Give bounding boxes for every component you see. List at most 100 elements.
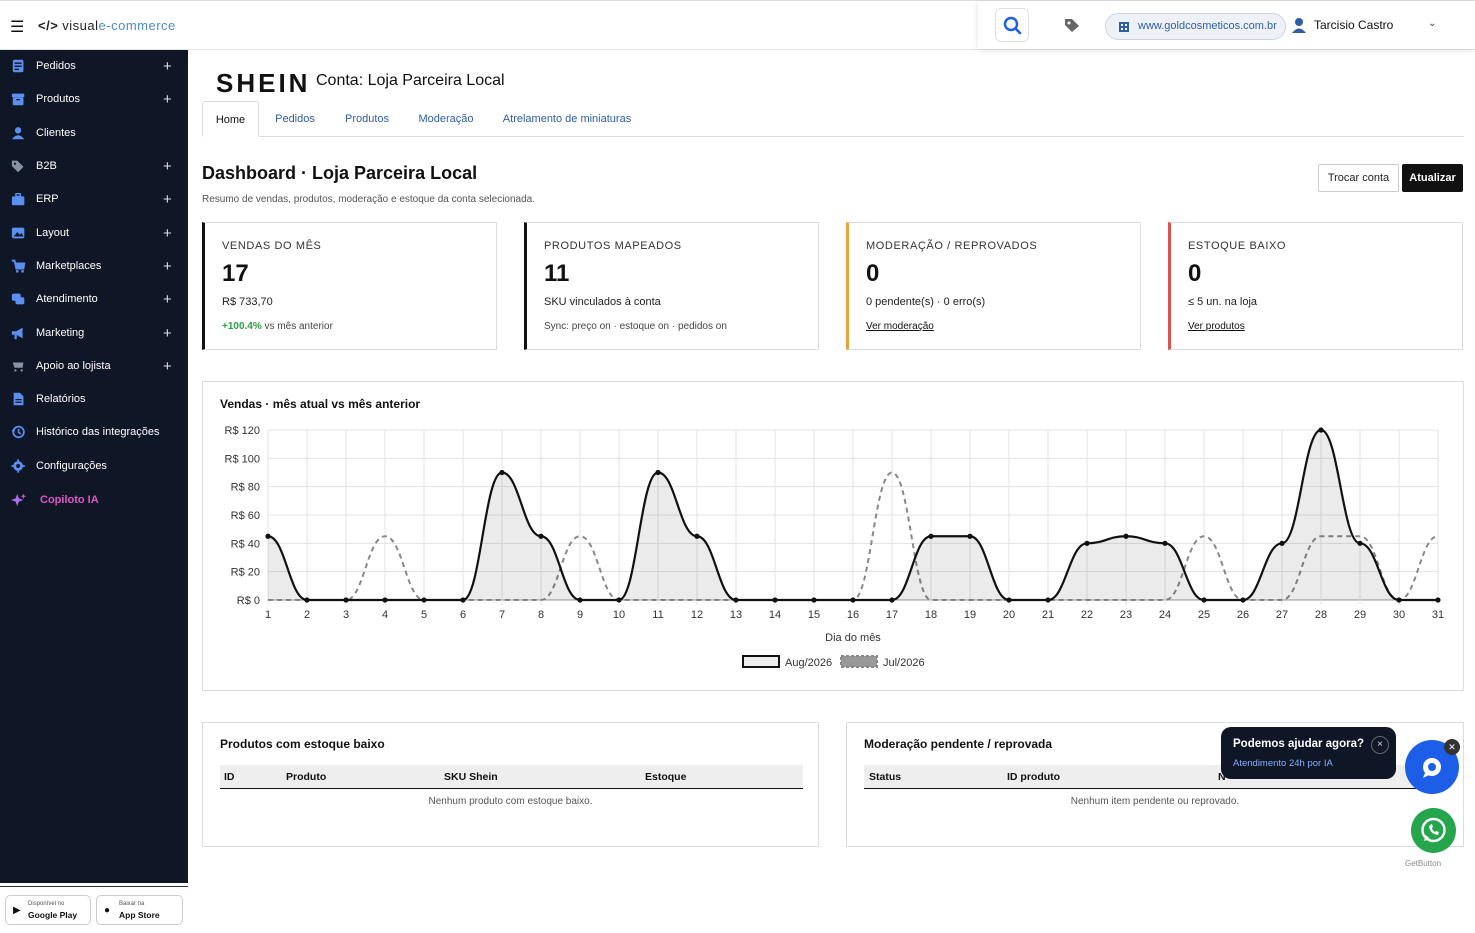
x-tick-label: 21 [1042, 609, 1054, 621]
ver-produtos-link[interactable]: Ver produtos [1188, 321, 1245, 332]
data-point [655, 469, 661, 476]
ver-moderacao-link[interactable]: Ver moderação [866, 321, 934, 332]
sidebar-item-label: ERP [36, 193, 59, 205]
chat-icon [11, 293, 25, 305]
sidebar-item-b2b[interactable]: B2B + [0, 151, 188, 181]
sidebar-item-label: Histórico das integrações [36, 426, 160, 438]
sidebar-item-layout[interactable]: Layout + [0, 218, 188, 248]
data-point [1045, 597, 1051, 603]
data-point [499, 469, 505, 476]
empty-state: Nenhum produto com estoque baixo. [428, 796, 593, 807]
data-point [1396, 597, 1402, 603]
store-url-pill[interactable]: www.goldcosmeticos.com.br [1105, 13, 1286, 40]
gear-icon [11, 459, 25, 473]
expand-plus-icon[interactable]: + [163, 191, 172, 208]
orders-icon [12, 59, 24, 73]
expand-plus-icon[interactable]: + [163, 225, 172, 242]
x-tick-label: 13 [730, 609, 742, 621]
data-point [1240, 597, 1246, 603]
sidebar-item-relat-rios[interactable]: Relatórios [0, 384, 188, 414]
column-header: ID produto [1007, 771, 1061, 783]
sidebar-item-label: Atendimento [36, 293, 98, 305]
expand-plus-icon[interactable]: + [163, 258, 172, 275]
sidebar-item-erp[interactable]: ERP + [0, 184, 188, 214]
expand-plus-icon[interactable]: + [163, 325, 172, 342]
user-menu[interactable]: Tarcisio Castro ⌄ [1292, 18, 1436, 33]
x-tick-label: 1 [265, 609, 271, 621]
y-tick-label: R$ 100 [225, 453, 260, 465]
low-stock-card: Produtos com estoque baixo ID Produto SK… [202, 722, 819, 847]
kpi-title: VENDAS DO MÊS [222, 240, 322, 252]
expand-plus-icon[interactable]: + [163, 158, 172, 175]
sidebar-item-copiloto-ia[interactable]: Copiloto IA [0, 485, 188, 515]
cart-icon [11, 259, 26, 273]
empty-state: Nenhum item pendente ou reprovado. [1070, 796, 1240, 807]
y-tick-label: R$ 20 [231, 567, 260, 579]
refresh-button[interactable]: Atualizar [1402, 164, 1463, 192]
sidebar-item-label: Clientes [36, 127, 76, 139]
whatsapp-button[interactable] [1411, 808, 1456, 853]
sidebar-item-pedidos[interactable]: Pedidos + [0, 51, 188, 81]
kpi-subtext: R$ 733,70 [222, 296, 273, 308]
legend-label-aug: Aug/2026 [785, 657, 832, 669]
sidebar-item-hist-rico-das-integra-es[interactable]: Histórico das integrações [0, 417, 188, 447]
tab-bar: Home Pedidos Produtos Moderação Atrelame… [202, 101, 1464, 137]
x-tick-label: 15 [808, 609, 820, 621]
app-logo[interactable]: </> visuale-commerce [38, 18, 176, 33]
search-button[interactable] [995, 8, 1029, 42]
x-tick-label: 11 [652, 609, 663, 621]
kpi-subtext: SKU vinculados à conta [544, 296, 661, 308]
y-tick-label: R$ 60 [231, 510, 260, 522]
sidebar-item-label: Marketplaces [36, 260, 102, 272]
kpi-value: 11 [544, 260, 570, 287]
data-point [1006, 597, 1012, 603]
sidebar-item-configura-es[interactable]: Configurações [0, 451, 188, 481]
x-tick-label: 3 [343, 609, 349, 621]
switch-account-button[interactable]: Trocar conta [1318, 164, 1399, 192]
tab-produtos[interactable]: Produtos [335, 101, 399, 137]
close-icon[interactable]: × [1371, 736, 1389, 754]
sales-chart-card: Vendas · mês atual vs mês anterior R$ 0R… [202, 381, 1464, 691]
expand-plus-icon[interactable]: + [163, 291, 172, 308]
cart-small-icon [12, 362, 24, 372]
kpi-card-vendas: VENDAS DO MÊS 17 R$ 733,70 +100.4% vs mê… [202, 222, 497, 350]
tab-moderacao[interactable]: Moderação [410, 101, 482, 137]
sidebar-item-marketplaces[interactable]: Marketplaces + [0, 251, 188, 281]
chevron-down-icon: ⌄ [1428, 18, 1437, 29]
close-icon[interactable]: ✕ [1444, 739, 1460, 755]
sidebar-item-marketing[interactable]: Marketing + [0, 318, 188, 348]
data-point [1435, 597, 1441, 603]
tags-icon[interactable] [1063, 17, 1081, 38]
google-play-badge[interactable]: ▶ Disponível no Google Play [5, 895, 91, 925]
x-tick-label: 9 [577, 609, 583, 621]
expand-plus-icon[interactable]: + [163, 91, 172, 108]
history-icon [11, 425, 25, 439]
app-store-badge[interactable]: ● Baixar na App Store [96, 895, 183, 925]
x-tick-label: 16 [847, 609, 859, 621]
expand-plus-icon[interactable]: + [163, 358, 172, 375]
tab-atrelamento[interactable]: Atrelamento de miniaturas [496, 101, 638, 137]
hamburger-icon[interactable]: ☰ [10, 17, 24, 37]
user-name: Tarcisio Castro [1314, 18, 1394, 32]
apple-icon: ● [104, 905, 111, 916]
data-point [928, 533, 934, 539]
chat-popup[interactable]: Podemos ajudar agora? Atendimento 24h po… [1221, 727, 1396, 779]
tab-home[interactable]: Home [202, 101, 259, 137]
tab-pedidos[interactable]: Pedidos [264, 101, 326, 137]
x-tick-label: 5 [421, 609, 427, 621]
sidebar-item-apoio-ao-lojista[interactable]: Apoio ao lojista + [0, 351, 188, 381]
sidebar-item-atendimento[interactable]: Atendimento + [0, 284, 188, 314]
sidebar-item-clientes[interactable]: Clientes [0, 118, 188, 148]
sidebar-item-label: Produtos [36, 93, 81, 105]
kpi-title: MODERAÇÃO / REPROVADOS [866, 240, 1038, 252]
kpi-card-produtos: PRODUTOS MAPEADOS 11 SKU vinculados à co… [524, 222, 819, 350]
box-icon [11, 93, 25, 106]
dashboard-title: Dashboard · Loja Parceira Local [202, 163, 478, 183]
x-axis-label: Dia do mês [825, 632, 881, 644]
kpi-title: PRODUTOS MAPEADOS [544, 240, 682, 252]
growth-label: vs mês anterior [261, 321, 333, 332]
sidebar-item-produtos[interactable]: Produtos + [0, 84, 188, 114]
expand-plus-icon[interactable]: + [163, 58, 172, 75]
chat-question: Podemos ajudar agora? [1233, 738, 1365, 750]
kpi-value: 0 [1188, 260, 1202, 287]
